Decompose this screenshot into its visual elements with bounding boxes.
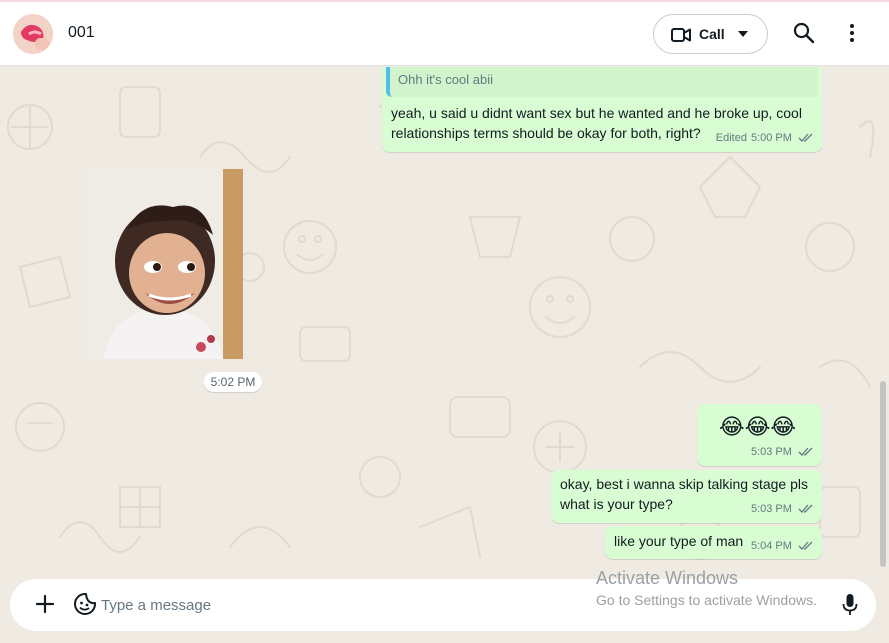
- message-list[interactable]: Ohh it's cool abii yeah, u said u didnt …: [0, 67, 889, 577]
- double-check-icon: [798, 447, 813, 457]
- message-text: like your type of man: [614, 533, 744, 549]
- edited-label: Edited: [715, 132, 747, 144]
- double-check-icon: [798, 541, 813, 551]
- double-check-icon: [798, 504, 813, 514]
- sticker-icon[interactable]: [73, 592, 97, 616]
- double-check-icon: [798, 133, 813, 143]
- message-time: 5:04 PM: [750, 540, 792, 552]
- call-button[interactable]: Call: [653, 14, 768, 54]
- quoted-message[interactable]: Ohh it's cool abii: [386, 67, 818, 97]
- video-camera-icon: [671, 28, 691, 42]
- contact-name[interactable]: 001: [68, 24, 95, 42]
- search-icon[interactable]: [793, 22, 815, 44]
- microphone-icon[interactable]: [842, 593, 858, 617]
- message-time: 5:03 PM: [750, 503, 792, 515]
- more-options-icon[interactable]: [846, 22, 858, 44]
- message-meta: Edited 5:00 PM: [716, 128, 814, 148]
- message-time: 5:00 PM: [750, 132, 792, 144]
- quoted-message-text: Ohh it's cool abii: [398, 72, 493, 87]
- message-bubble-outgoing[interactable]: 😂😂😂 5:03 PM: [697, 404, 822, 466]
- message-bubble-outgoing[interactable]: okay, best i wanna skip talking stage pl…: [551, 470, 822, 523]
- chat-header: 001 Call: [0, 2, 889, 66]
- message-text: 😂😂😂: [719, 415, 797, 440]
- call-button-label: Call: [699, 26, 725, 42]
- plus-icon[interactable]: [35, 594, 55, 614]
- message-bubble-outgoing[interactable]: Ohh it's cool abii yeah, u said u didnt …: [382, 67, 822, 152]
- message-input[interactable]: [101, 593, 581, 617]
- message-bubble-outgoing[interactable]: like your type of man 5:04 PM: [605, 526, 822, 559]
- message-meta: 5:03 PM: [751, 442, 814, 462]
- image-time: 5:02 PM: [204, 372, 262, 392]
- image-message[interactable]: [83, 169, 243, 359]
- avatar-image: [13, 14, 53, 54]
- message-composer: [10, 579, 876, 631]
- message-time: 5:03 PM: [750, 446, 792, 458]
- message-meta: 5:04 PM: [751, 536, 814, 556]
- scrollbar-thumb[interactable]: [880, 381, 886, 567]
- child-photo: [83, 169, 243, 359]
- message-meta: 5:03 PM: [751, 499, 814, 519]
- chevron-down-icon: [738, 31, 748, 37]
- contact-avatar[interactable]: [13, 14, 53, 54]
